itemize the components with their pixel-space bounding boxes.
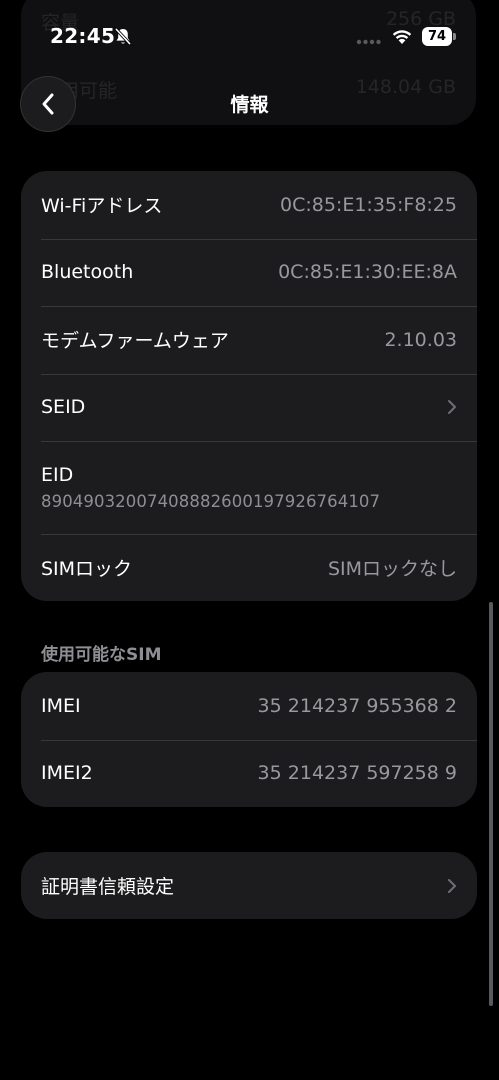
row-label: Bluetooth (41, 261, 134, 284)
row-value: 0C:85:E1:30:EE:8A (278, 261, 457, 284)
row-imei: IMEI 35 214237 955368 2 (41, 672, 477, 740)
row-label: 証明書信頼設定 (41, 876, 175, 899)
chevron-right-icon (448, 878, 456, 893)
row-label: EID (41, 464, 74, 486)
certificate-trust-card: 証明書信頼設定 (21, 852, 477, 919)
page-title: 情報 (230, 94, 269, 116)
status-time: 22:45 (50, 24, 116, 48)
row-value: 35 214237 597258 9 (257, 762, 457, 785)
row-label: SEID (41, 396, 86, 419)
row-sim-lock: SIMロック SIMロックなし (41, 534, 477, 601)
section-header-available-sim: 使用可能なSIM (41, 645, 162, 665)
row-label: IMEI2 (41, 762, 93, 785)
row-value: 0C:85:E1:35:F8:25 (279, 193, 457, 216)
row-modem-firmware: モデムファームウェア 2.10.03 (41, 306, 477, 374)
cellular-signal-icon (356, 39, 381, 45)
bell-slash-icon (114, 27, 132, 46)
row-value: 2.10.03 (384, 328, 457, 351)
chevron-right-icon (448, 400, 456, 415)
row-wifi-address: Wi-Fiアドレス 0C:85:E1:35:F8:25 (41, 171, 477, 239)
row-imei2: IMEI2 35 214237 597258 9 (41, 739, 477, 808)
row-value: 89049032007408882600197926764107 (41, 492, 381, 511)
scroll-indicator[interactable] (489, 602, 493, 1006)
row-value: SIMロックなし (327, 558, 457, 581)
row-value: 35 214237 955368 2 (257, 694, 457, 717)
sim-card-group: IMEI 35 214237 955368 2 IMEI2 35 214237 … (21, 672, 477, 807)
battery-cap (453, 33, 456, 40)
wifi-icon (392, 30, 412, 44)
row-label: モデムファームウェア (41, 330, 229, 353)
row-bluetooth: Bluetooth 0C:85:E1:30:EE:8A (41, 238, 477, 307)
row-certificate-trust-settings[interactable]: 証明書信頼設定 (41, 852, 477, 919)
row-label: SIMロック (41, 558, 133, 581)
row-seid[interactable]: SEID (41, 373, 477, 442)
about-screen: 容量 256 GB 使用可能 148.04 GB 22:45 74 情報 Wi-… (0, 0, 499, 1080)
row-eid: EID 89049032007408882600197926764107 (41, 441, 477, 534)
row-label: IMEI (41, 694, 81, 717)
battery-indicator: 74 (422, 27, 456, 47)
battery-level: 74 (422, 27, 452, 46)
network-info-card: Wi-Fiアドレス 0C:85:E1:35:F8:25 Bluetooth 0C… (21, 171, 477, 601)
row-label: Wi-Fiアドレス (41, 195, 163, 218)
status-bar: 22:45 74 (0, 0, 499, 70)
